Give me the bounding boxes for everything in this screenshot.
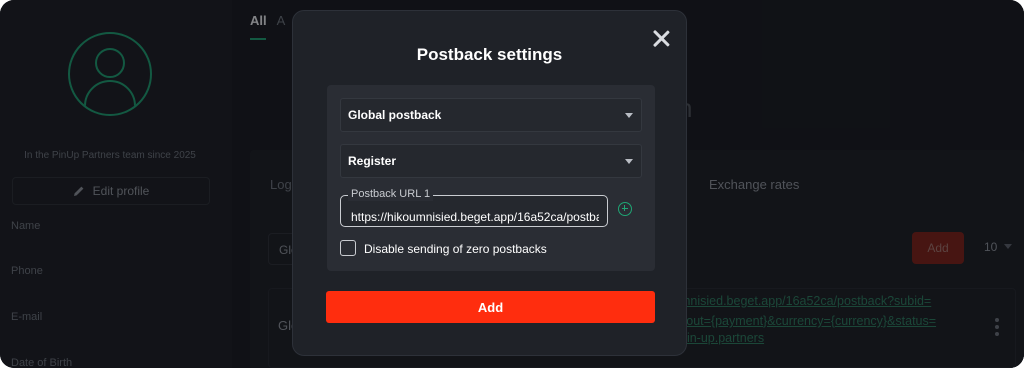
dialog-title: Postback settings (416, 45, 563, 64)
postback-url-label: Postback URL 1 (348, 187, 434, 201)
zero-postbacks-label[interactable]: Disable sending of zero postbacks (364, 242, 547, 256)
chevron-down-icon (625, 159, 633, 164)
postback-form: Global postback Register Postback URL 1 … (327, 85, 655, 271)
postback-url-field: Postback URL 1 (340, 187, 608, 227)
event-value: Register (348, 154, 397, 168)
app-window: In the PinUp Partners team since 2025 Ed… (0, 0, 1024, 368)
close-icon[interactable] (652, 29, 670, 47)
zero-postbacks-checkbox[interactable] (340, 240, 356, 256)
postback-type-select[interactable]: Global postback (340, 98, 642, 132)
postback-type-value: Global postback (348, 108, 442, 122)
add-button[interactable]: Add (326, 291, 655, 323)
plus-circle-icon[interactable] (618, 202, 632, 216)
chevron-down-icon (625, 113, 633, 118)
postback-settings-dialog: Postback settings Global postback Regist… (292, 10, 687, 356)
event-select[interactable]: Register (340, 144, 642, 178)
